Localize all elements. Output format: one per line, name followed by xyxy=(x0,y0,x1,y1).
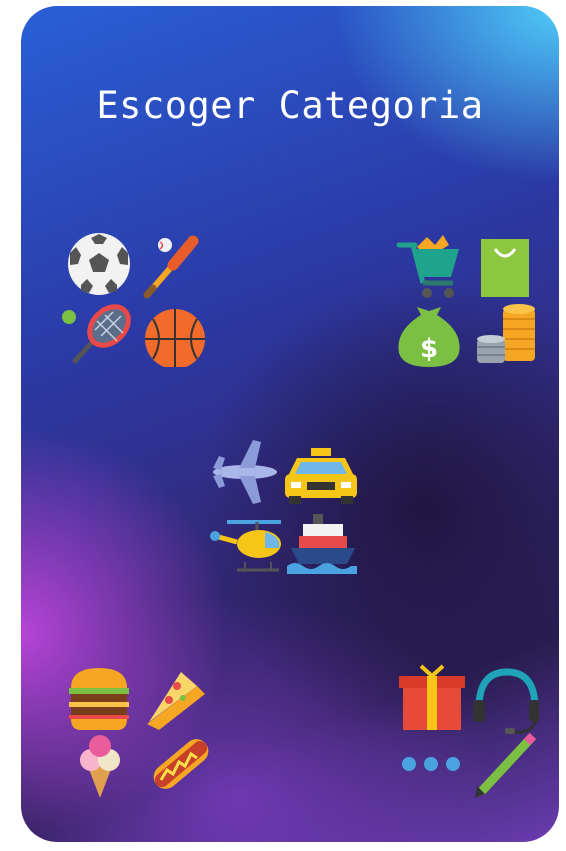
tennis-racket-icon xyxy=(62,304,131,364)
pizza-slice-icon xyxy=(147,672,205,730)
pencil-icon xyxy=(475,732,537,798)
shopping-bag-icon xyxy=(481,239,529,297)
category-other-button[interactable] xyxy=(391,664,539,800)
category-food-button[interactable] xyxy=(61,664,209,800)
ice-cream-icon xyxy=(80,735,120,798)
category-shopping-button[interactable]: $ xyxy=(391,231,539,367)
page-title: Escoger Categoria xyxy=(96,84,484,127)
airplane-icon xyxy=(213,440,277,504)
ellipsis-icon xyxy=(402,757,460,771)
soccer-ball-icon xyxy=(68,233,130,295)
baseball-bat-icon xyxy=(143,235,199,299)
svg-text:$: $ xyxy=(420,334,438,364)
category-card: Escoger Categoria $ xyxy=(21,6,559,842)
money-bag-icon: $ xyxy=(398,307,460,367)
helicopter-icon xyxy=(210,520,281,572)
category-transport-button[interactable] xyxy=(209,438,357,574)
hamburger-icon xyxy=(69,668,129,730)
taxi-icon xyxy=(285,448,357,504)
hot-dog-icon xyxy=(153,739,209,789)
coins-icon xyxy=(477,304,535,363)
shopping-cart-icon xyxy=(396,235,459,298)
ship-icon xyxy=(287,514,357,574)
basketball-icon xyxy=(145,309,205,367)
category-sports-button[interactable] xyxy=(61,231,209,367)
gift-icon xyxy=(399,664,465,730)
headset-icon xyxy=(473,668,539,734)
